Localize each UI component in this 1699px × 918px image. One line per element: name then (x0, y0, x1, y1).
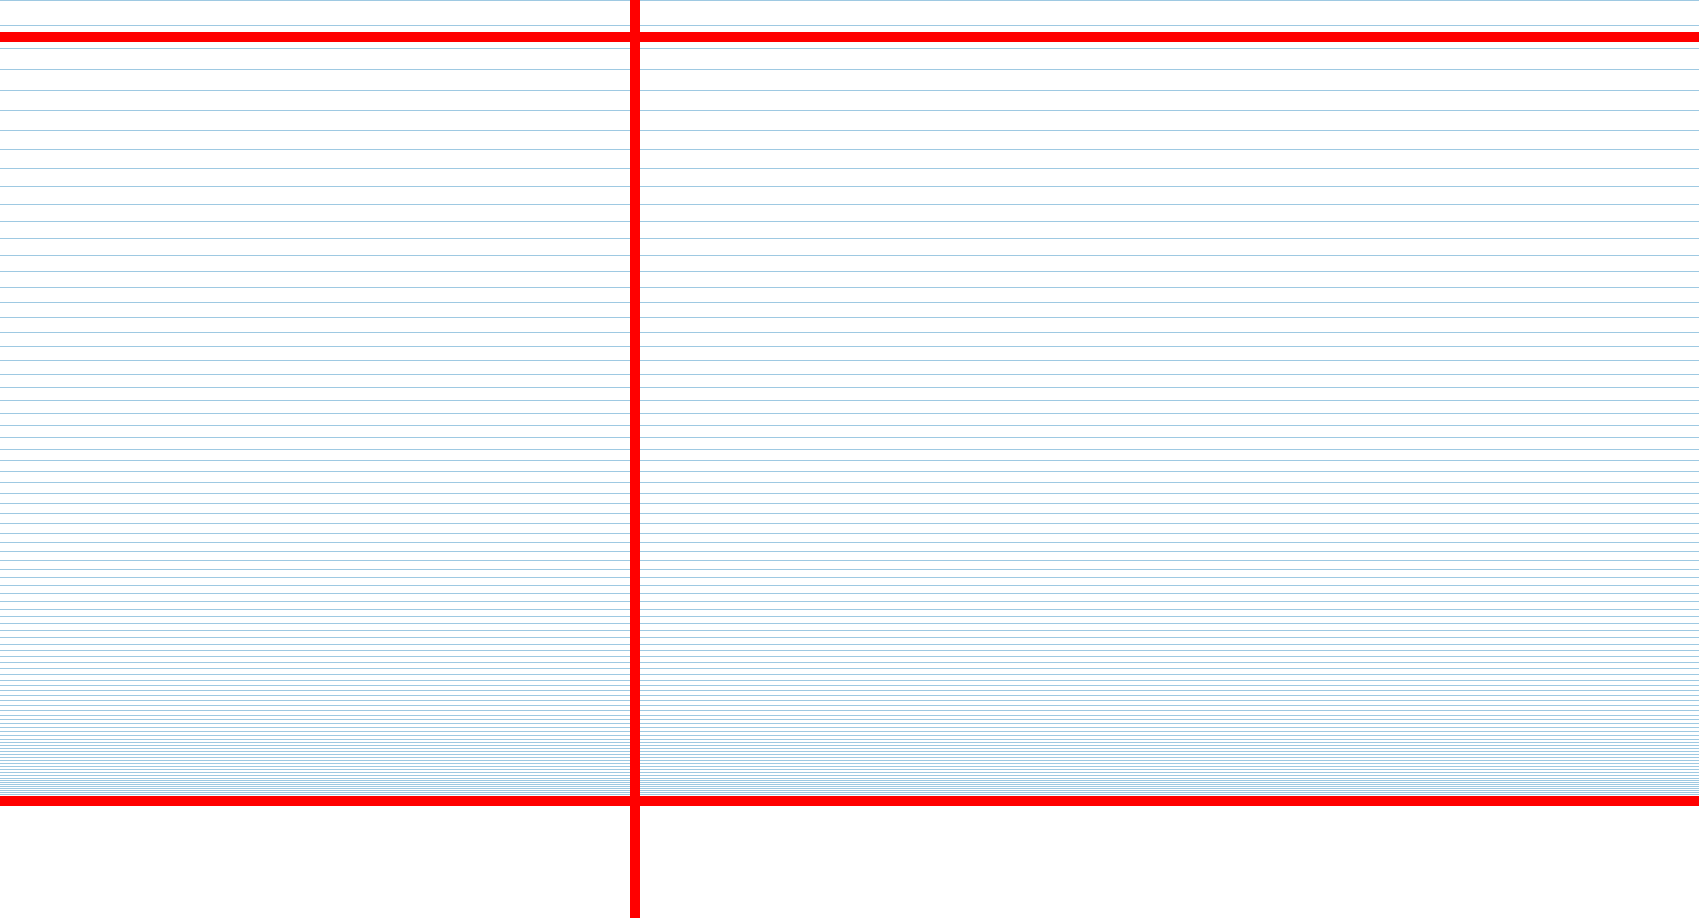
grid-line (0, 533, 1699, 534)
grid-line (0, 110, 1699, 111)
grid-line (0, 149, 1699, 150)
grid-line (0, 513, 1699, 514)
grid-line (0, 221, 1699, 222)
grid-line (0, 317, 1699, 318)
grid-line (0, 238, 1699, 239)
grid-line (0, 255, 1699, 256)
chart-stage (0, 0, 1699, 918)
grid-line (0, 609, 1699, 610)
grid-line (0, 735, 1699, 736)
grid-line (0, 542, 1699, 543)
grid-line (0, 90, 1699, 91)
grid-line (0, 623, 1699, 624)
grid-line (0, 778, 1699, 779)
grid-line (0, 48, 1699, 49)
grid-line (0, 710, 1699, 711)
grid-line (0, 387, 1699, 388)
grid-line (0, 360, 1699, 361)
grid-line (0, 637, 1699, 638)
grid-line (0, 739, 1699, 740)
grid-line (0, 271, 1699, 272)
grid-line (0, 168, 1699, 169)
grid-line (0, 690, 1699, 691)
grid-line (0, 751, 1699, 752)
grid-line (0, 788, 1699, 789)
x-axis-top (0, 32, 1699, 42)
grid-line (0, 769, 1699, 770)
grid-line (0, 763, 1699, 764)
grid-line (0, 425, 1699, 426)
grid-line (0, 332, 1699, 333)
grid-line (0, 700, 1699, 701)
grid-line (0, 503, 1699, 504)
grid-line (0, 287, 1699, 288)
grid-line (0, 695, 1699, 696)
grid-line (0, 748, 1699, 749)
grid-line (0, 772, 1699, 773)
grid-line (0, 650, 1699, 651)
grid-line (0, 731, 1699, 732)
grid-line (0, 601, 1699, 602)
grid-line (0, 754, 1699, 755)
grid-line (0, 760, 1699, 761)
grid-line (0, 130, 1699, 131)
grid-line (0, 745, 1699, 746)
grid-line (0, 790, 1699, 791)
grid-line (0, 680, 1699, 681)
grid-line (0, 69, 1699, 70)
grid-line (0, 719, 1699, 720)
grid-line (0, 742, 1699, 743)
grid-line (0, 715, 1699, 716)
grid-line (0, 346, 1699, 347)
grid-line (0, 794, 1699, 795)
grid-line (0, 186, 1699, 187)
grid-line (0, 482, 1699, 483)
grid-line (0, 644, 1699, 645)
grid-line (0, 437, 1699, 438)
grid-line (0, 668, 1699, 669)
grid-line (0, 630, 1699, 631)
grid-line (0, 782, 1699, 783)
grid-line (0, 449, 1699, 450)
grid-line (0, 685, 1699, 686)
grid-line (0, 775, 1699, 776)
grid-line (0, 593, 1699, 594)
y-axis (630, 0, 640, 918)
grid-line (0, 723, 1699, 724)
grid-line (0, 792, 1699, 793)
grid-line (0, 523, 1699, 524)
grid-line (0, 577, 1699, 578)
grid-line (0, 569, 1699, 570)
grid-line (0, 374, 1699, 375)
grid-line (0, 0, 1699, 1)
grid-line (0, 471, 1699, 472)
grid-line (0, 302, 1699, 303)
grid-line (0, 674, 1699, 675)
grid-line (0, 766, 1699, 767)
grid-line (0, 400, 1699, 401)
grid-line (0, 705, 1699, 706)
grid-line (0, 656, 1699, 657)
grid-line (0, 493, 1699, 494)
grid-line (0, 757, 1699, 758)
grid-line (0, 662, 1699, 663)
grid-line (0, 784, 1699, 785)
grid-line (0, 560, 1699, 561)
grid-line (0, 25, 1699, 26)
grid-line (0, 585, 1699, 586)
grid-line (0, 616, 1699, 617)
grid-line (0, 727, 1699, 728)
grid-line (0, 780, 1699, 781)
grid-line (0, 460, 1699, 461)
grid-line (0, 551, 1699, 552)
grid-line (0, 786, 1699, 787)
x-axis-bottom (0, 796, 1699, 806)
grid-line (0, 204, 1699, 205)
grid-line (0, 413, 1699, 414)
